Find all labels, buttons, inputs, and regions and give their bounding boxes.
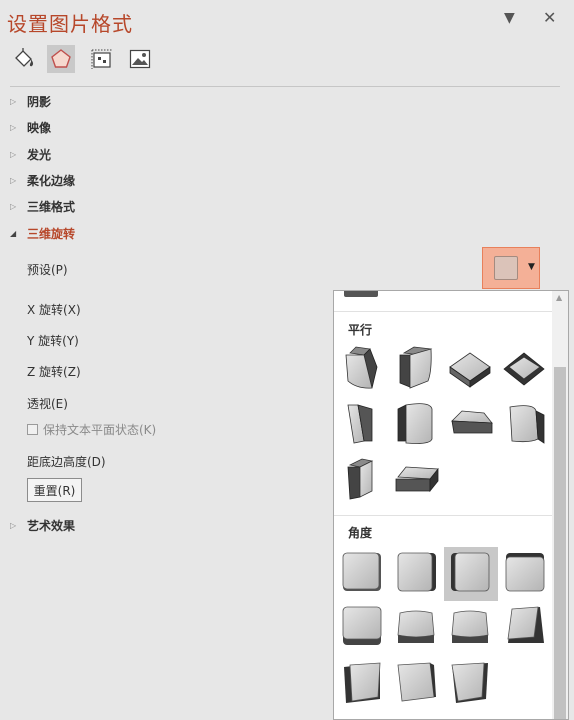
- section-glow[interactable]: ▷ 发光: [10, 144, 51, 164]
- reset-button[interactable]: 重置(R): [27, 478, 82, 502]
- preset-option[interactable]: [397, 403, 433, 444]
- section-label: 阴影: [27, 94, 52, 109]
- preset-option[interactable]: [509, 405, 545, 444]
- preset-option[interactable]: [505, 553, 545, 592]
- preset-option[interactable]: [347, 404, 373, 444]
- tab-size-properties[interactable]: [88, 45, 116, 73]
- size-properties-icon: [91, 49, 112, 69]
- section-artistic-effects[interactable]: ▷ 艺术效果: [10, 515, 75, 535]
- pentagon-icon: [51, 49, 71, 68]
- collapse-triangle-icon: ◢: [10, 228, 17, 238]
- preset-option[interactable]: [397, 610, 435, 643]
- section-label: 柔化边缘: [27, 173, 76, 188]
- paint-bucket-icon: [15, 48, 34, 67]
- preset-option[interactable]: [395, 466, 439, 493]
- gallery-separator: [334, 311, 552, 312]
- perspective-label: 透视(E): [27, 397, 68, 411]
- preset-option[interactable]: [342, 606, 382, 645]
- pane-title: 设置图片格式: [7, 12, 133, 36]
- preset-option[interactable]: [397, 662, 436, 702]
- expand-triangle-icon: ▷: [10, 122, 17, 132]
- expand-triangle-icon: ▷: [10, 201, 17, 211]
- section-label: 三维格式: [27, 199, 76, 214]
- preset-option[interactable]: [507, 606, 544, 643]
- keep-text-flat-option[interactable]: 保持文本平面状态(K): [27, 421, 156, 438]
- preset-option[interactable]: [451, 410, 493, 434]
- picture-icon: [129, 49, 151, 69]
- preset-option[interactable]: [344, 291, 378, 297]
- preset-option[interactable]: [451, 610, 489, 643]
- preset-option[interactable]: [397, 552, 436, 592]
- distance-from-ground-label: 距底边高度(D): [27, 455, 106, 469]
- preset-option[interactable]: [449, 352, 491, 388]
- expand-triangle-icon: ▷: [10, 175, 17, 185]
- tab-fill-line[interactable]: [10, 45, 38, 73]
- expand-triangle-icon: ▷: [10, 96, 17, 106]
- keep-text-flat-label: 保持文本平面状态(K): [43, 423, 157, 437]
- section-3d-rotation[interactable]: ◢ 三维旋转: [10, 223, 75, 243]
- preset-option[interactable]: [451, 552, 490, 592]
- preset-option[interactable]: [503, 352, 545, 386]
- preset-option[interactable]: [344, 662, 381, 703]
- section-label: 三维旋转: [27, 226, 76, 241]
- expand-triangle-icon: ▷: [10, 520, 17, 530]
- section-3d-format[interactable]: ▷ 三维格式: [10, 196, 75, 216]
- preset-option[interactable]: [345, 346, 378, 389]
- header-divider: [10, 86, 560, 87]
- caret-down-icon: ▼: [528, 262, 535, 272]
- preset-preview-swatch: [494, 256, 518, 280]
- section-label: 艺术效果: [27, 518, 76, 533]
- z-rotation-label: Z 旋转(Z): [27, 365, 81, 379]
- section-label: 发光: [27, 147, 52, 162]
- gallery-scrollbar[interactable]: ▲: [552, 291, 568, 719]
- preset-option[interactable]: [451, 662, 488, 703]
- gallery-group-angle: 角度: [348, 526, 373, 540]
- y-rotation-label: Y 旋转(Y): [27, 334, 79, 348]
- preset-option[interactable]: [399, 346, 433, 389]
- preset-option[interactable]: [342, 552, 381, 591]
- preset-dropdown-button[interactable]: ▼: [482, 247, 540, 289]
- scrollbar-thumb[interactable]: [554, 367, 566, 719]
- keep-text-flat-checkbox[interactable]: [27, 424, 38, 435]
- gallery-separator: [334, 515, 552, 516]
- scroll-up-arrow-icon[interactable]: ▲: [556, 293, 562, 302]
- expand-triangle-icon: ▷: [10, 149, 17, 159]
- section-reflection[interactable]: ▷ 映像: [10, 117, 51, 137]
- section-soft-edges[interactable]: ▷ 柔化边缘: [10, 170, 75, 190]
- x-rotation-label: X 旋转(X): [27, 303, 81, 317]
- category-tabs: [8, 42, 162, 74]
- tab-picture[interactable]: [126, 45, 154, 73]
- tab-effects[interactable]: [47, 45, 75, 73]
- chevron-down-icon[interactable]: ▼: [504, 10, 515, 26]
- preset-gallery: 平行 角度 ▲: [333, 290, 569, 720]
- preset-option[interactable]: [347, 458, 374, 500]
- section-label: 映像: [27, 120, 52, 135]
- preset-label: 预设(P): [27, 263, 68, 277]
- section-shadow[interactable]: ▷ 阴影: [10, 91, 51, 111]
- close-icon[interactable]: ✕: [543, 8, 556, 27]
- gallery-group-parallel: 平行: [348, 323, 373, 337]
- preset-gallery-shapes: [342, 291, 545, 703]
